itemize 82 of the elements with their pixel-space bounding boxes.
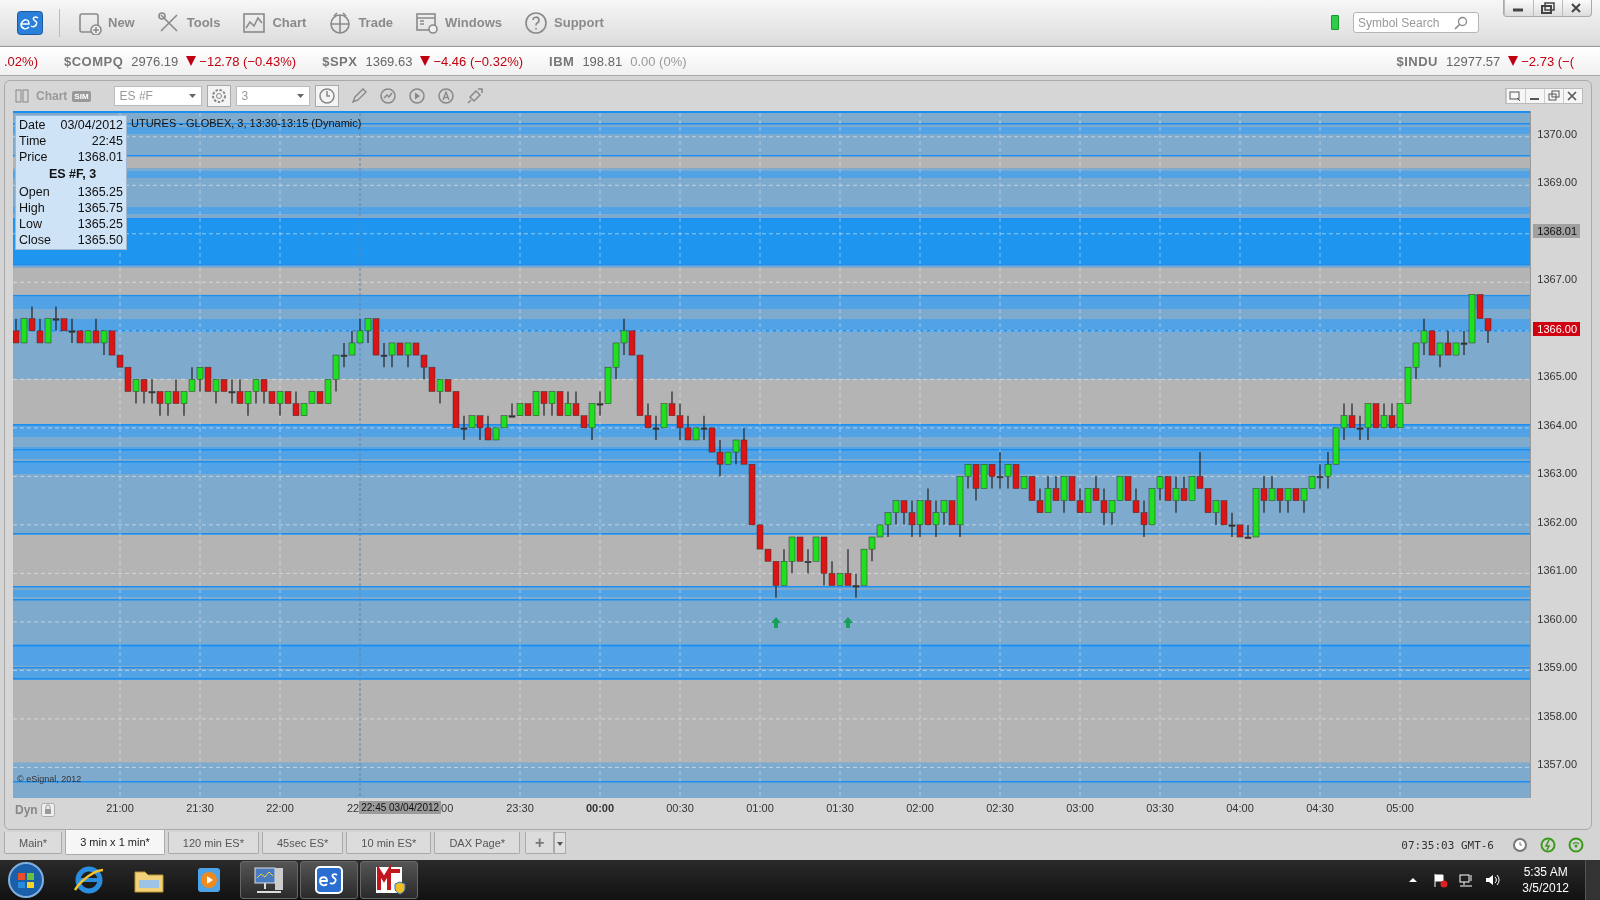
ticker-change: −2.73 (−( xyxy=(1521,53,1574,69)
price-label: 1362.00 xyxy=(1537,515,1578,528)
info-value: 1365.25 xyxy=(77,184,123,200)
time-label: 05:00 xyxy=(1386,802,1414,814)
toolbar-button[interactable]: Windows xyxy=(411,7,506,38)
toolbar-button[interactable]: Chart xyxy=(238,7,311,38)
time-label: 03:00 xyxy=(1066,802,1094,814)
cursor-time-label: 22:45 03/04/2012 xyxy=(359,801,442,814)
price-label: 1367.00 xyxy=(1537,273,1578,286)
ticker-change: −12.78 (−0.43%) xyxy=(199,53,297,69)
price-label: 1369.00 xyxy=(1537,176,1578,189)
last-price-flag: 1366.00 xyxy=(1533,321,1581,336)
ticker-symbol[interactable]: IBM xyxy=(549,53,575,69)
time-label: 02:00 xyxy=(906,802,934,814)
ticker-price: 2976.19 xyxy=(131,53,179,69)
ticker-symbol[interactable]: $SPX xyxy=(322,53,358,69)
info-label: Date xyxy=(19,117,46,133)
info-label: Low xyxy=(19,216,42,232)
time-label: 22 xyxy=(347,801,360,814)
taskbar-clock[interactable]: 5:35 AM 3/5/2012 xyxy=(1522,864,1569,896)
info-label: Close xyxy=(19,232,51,248)
tab[interactable]: 45sec ES* xyxy=(262,832,344,854)
time-label: 22:00 xyxy=(266,802,294,814)
tab[interactable]: 120 min ES* xyxy=(167,832,259,854)
time-label: 01:30 xyxy=(826,802,854,814)
time-label: 02:30 xyxy=(986,802,1014,814)
time-label: 03:30 xyxy=(1146,802,1174,814)
time-label: 21:00 xyxy=(106,802,134,814)
price-label: 1359.00 xyxy=(1537,661,1578,674)
interval-field[interactable]: 3 xyxy=(235,86,310,106)
ticker-symbol[interactable]: $COMPQ xyxy=(63,53,124,69)
time-label: 01:00 xyxy=(746,802,774,814)
price-label: 1365.00 xyxy=(1537,370,1578,383)
add-tab-button[interactable]: + xyxy=(525,832,555,854)
toolbar-button[interactable]: Support xyxy=(520,7,608,38)
info-label: Open xyxy=(19,184,50,200)
info-value: 03/04/2012 xyxy=(60,117,123,133)
price-label: 1360.00 xyxy=(1537,612,1578,625)
info-heading: ES #F, 3 xyxy=(47,166,98,183)
chart-caption: UTURES - GLOBEX, 3, 13:30-13:15 (Dynamic) xyxy=(131,117,362,129)
price-label: 1361.00 xyxy=(1537,564,1578,577)
ticker-price: 1369.63 xyxy=(365,53,413,69)
time-label: 21:30 xyxy=(186,802,214,814)
chart-title: Chart xyxy=(36,89,68,103)
info-value: 1365.50 xyxy=(77,232,123,248)
info-label: Time xyxy=(19,133,47,149)
price-label: 1358.00 xyxy=(1537,709,1578,722)
symbol-field[interactable]: ES #F xyxy=(113,86,202,106)
price-label: 1363.00 xyxy=(1537,467,1578,480)
toolbar-button[interactable]: Tools xyxy=(152,7,225,38)
info-value: 1365.25 xyxy=(77,216,123,232)
toolbar-button[interactable]: New xyxy=(74,7,139,38)
price-label: 1370.00 xyxy=(1537,127,1578,140)
info-label: Price xyxy=(19,149,48,165)
tab[interactable]: 10 min ES* xyxy=(346,832,432,854)
dyn-label: Dyn xyxy=(15,803,38,817)
price-label: 1364.00 xyxy=(1537,418,1578,431)
tab[interactable]: Main* xyxy=(4,832,63,854)
time-label: 04:00 xyxy=(1226,802,1254,814)
time-label: 23:30 xyxy=(506,802,534,814)
toolbar-button[interactable]: Trade xyxy=(324,7,398,38)
info-value: 22:45 xyxy=(91,133,123,149)
time-label: 00:00 xyxy=(585,802,615,814)
time-label: 04:30 xyxy=(1306,802,1334,814)
price-label: 1357.00 xyxy=(1537,758,1578,771)
sim-badge: SIM xyxy=(72,90,91,102)
info-value: 1365.75 xyxy=(77,200,123,216)
ticker-change: 0.00 (0%) xyxy=(630,53,687,69)
ticker-price: 198.81 xyxy=(582,53,623,69)
ticker-change: −4.46 (−0.32%) xyxy=(433,53,524,69)
info-label: High xyxy=(19,200,45,216)
cursor-price-flag: 1368.01 xyxy=(1533,224,1581,239)
tab[interactable]: DAX Page* xyxy=(434,832,521,854)
ticker-symbol[interactable]: $INDU xyxy=(1396,53,1438,69)
server-time: 07:35:03 GMT-6 xyxy=(1401,838,1494,852)
tab[interactable]: 3 min x 1 min* xyxy=(65,830,165,855)
time-label: 00:30 xyxy=(666,802,694,814)
ticker-change: .02%) xyxy=(4,53,38,69)
time-label: 00 xyxy=(441,801,454,814)
info-value: 1368.01 xyxy=(77,149,123,165)
ticker-price: 12977.57 xyxy=(1446,53,1501,69)
search-field[interactable]: Symbol Search xyxy=(1353,12,1479,33)
